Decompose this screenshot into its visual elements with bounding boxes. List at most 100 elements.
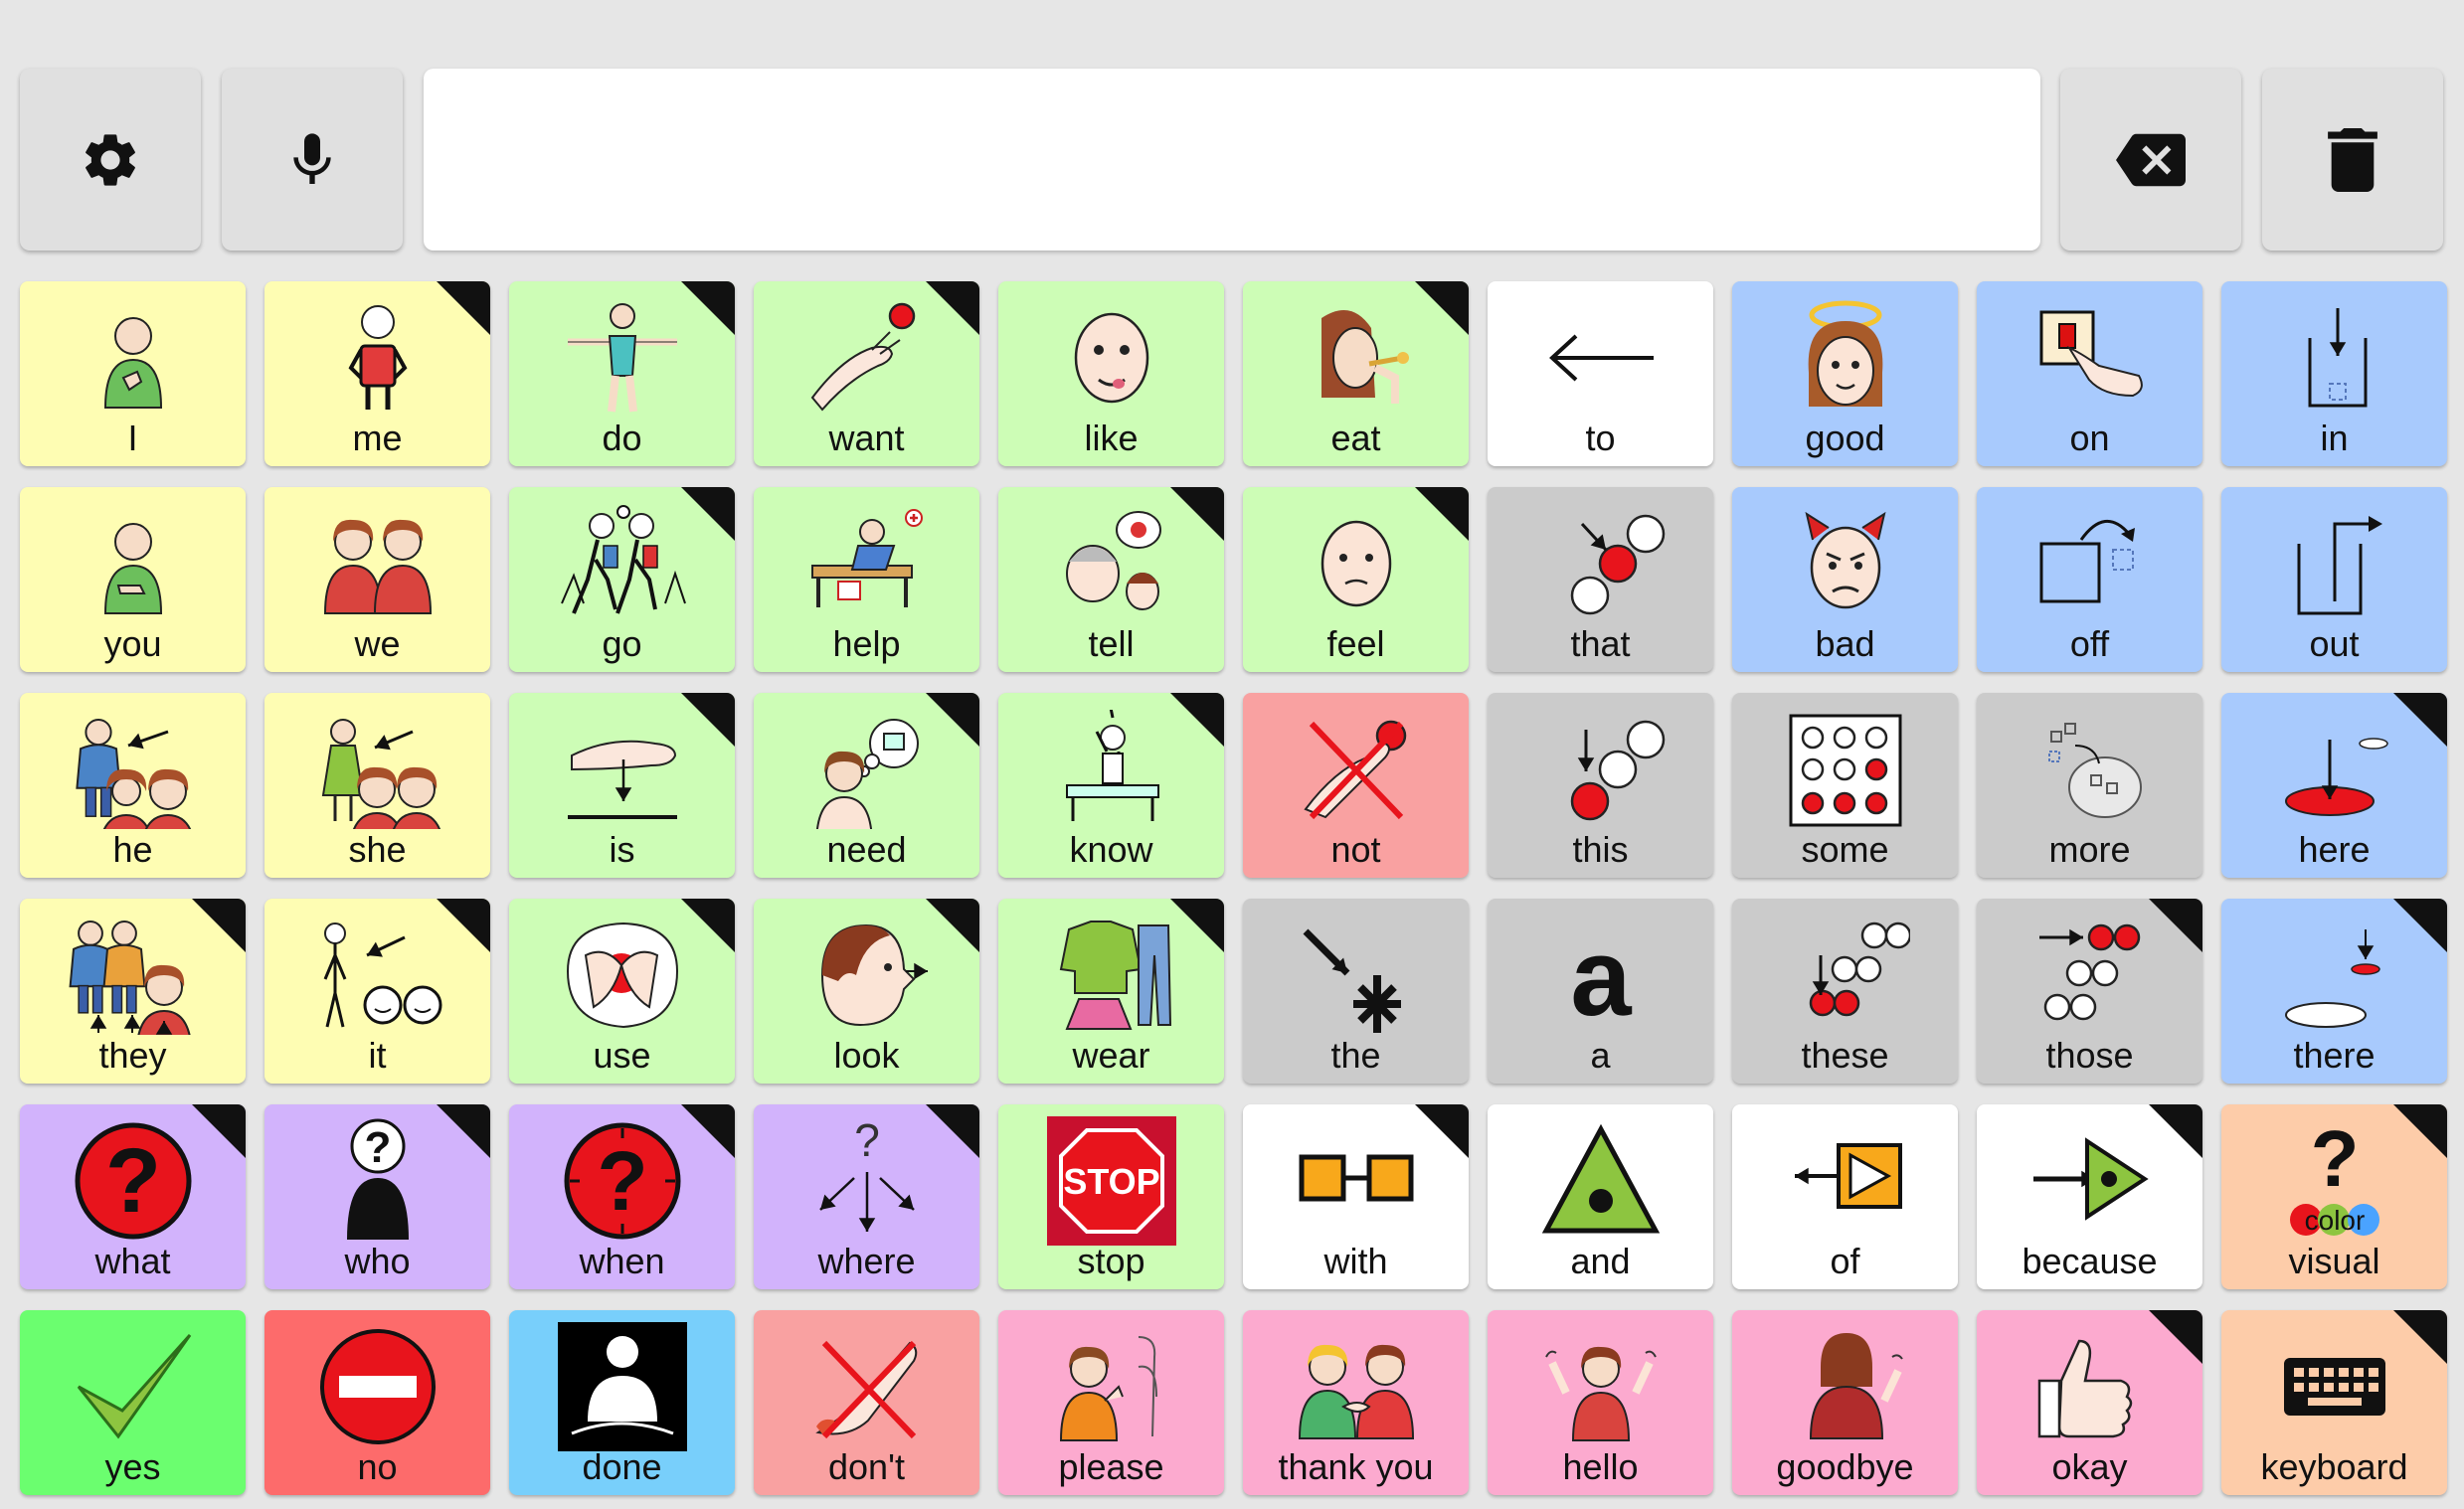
tile-keyboard[interactable]: keyboard — [2221, 1310, 2447, 1495]
folder-corner-icon — [681, 693, 735, 747]
tile-you[interactable]: you — [20, 487, 246, 672]
dots-this-icon — [1488, 705, 1713, 834]
tile-eat[interactable]: eat — [1243, 281, 1469, 466]
tile-label: what — [94, 1241, 171, 1281]
tile-help[interactable]: help — [754, 487, 979, 672]
tile-label: out — [2309, 623, 2360, 664]
gear-icon — [79, 128, 142, 192]
arrow-left-icon — [1488, 293, 1713, 422]
tile-we[interactable]: we — [264, 487, 490, 672]
folder-corner-icon — [2393, 899, 2447, 952]
tile-label: keyboard — [2260, 1446, 2408, 1487]
tile-hello[interactable]: hello — [1488, 1310, 1713, 1495]
microphone-icon — [280, 128, 344, 192]
tile-i[interactable]: I — [20, 281, 246, 466]
tile-out[interactable]: out — [2221, 487, 2447, 672]
tile-visual[interactable]: ? color visual — [2221, 1104, 2447, 1289]
tile-because[interactable]: because — [1977, 1104, 2202, 1289]
tile-need[interactable]: need — [754, 693, 979, 878]
tile-in[interactable]: in — [2221, 281, 2447, 466]
tile-label: want — [828, 418, 905, 458]
arrow-out-icon — [2221, 499, 2447, 628]
tile-thank-you[interactable]: thank you — [1243, 1310, 1469, 1495]
tile-that[interactable]: that — [1488, 487, 1713, 672]
tile-no[interactable]: no — [264, 1310, 490, 1495]
tile-when[interactable]: ? when — [509, 1104, 735, 1289]
tile-do[interactable]: do — [509, 281, 735, 466]
tile-label: to — [1585, 418, 1616, 458]
tile-it[interactable]: it — [264, 899, 490, 1084]
tile-not[interactable]: not — [1243, 693, 1469, 878]
tile-tell[interactable]: tell — [998, 487, 1224, 672]
tile-please[interactable]: please — [998, 1310, 1224, 1495]
folder-corner-icon — [2393, 1310, 2447, 1364]
devil-face-icon — [1732, 499, 1958, 628]
tile-this[interactable]: this — [1488, 693, 1713, 878]
tile-who[interactable]: ? who — [264, 1104, 490, 1289]
tile-what[interactable]: ? what — [20, 1104, 246, 1289]
tile-good[interactable]: good — [1732, 281, 1958, 466]
settings-button[interactable] — [20, 69, 201, 251]
tile-is[interactable]: is — [509, 693, 735, 878]
tile-use[interactable]: use — [509, 899, 735, 1084]
tile-and[interactable]: and — [1488, 1104, 1713, 1289]
tile-the[interactable]: the — [1243, 899, 1469, 1084]
tile-label: look — [833, 1035, 900, 1076]
tile-label: I — [127, 418, 138, 458]
tile-here[interactable]: here — [2221, 693, 2447, 878]
tile-of[interactable]: of — [1732, 1104, 1958, 1289]
tile-okay[interactable]: okay — [1977, 1310, 2202, 1495]
tile-label: where — [817, 1241, 916, 1281]
tile-they[interactable]: they — [20, 899, 246, 1084]
tile-feel[interactable]: feel — [1243, 487, 1469, 672]
tile-me[interactable]: me — [264, 281, 490, 466]
svg-text:a: a — [1570, 917, 1632, 1035]
tile-want[interactable]: want — [754, 281, 979, 466]
tile-label: and — [1570, 1241, 1631, 1281]
tile-where[interactable]: ? where — [754, 1104, 979, 1289]
tile-a[interactable]: aa — [1488, 899, 1713, 1084]
tile-those[interactable]: those — [1977, 899, 2202, 1084]
folder-corner-icon — [1415, 1104, 1469, 1158]
tile-some[interactable]: some — [1732, 693, 1958, 878]
tile-bad[interactable]: bad — [1732, 487, 1958, 672]
tile-label: thank you — [1278, 1446, 1434, 1487]
tile-goodbye[interactable]: goodbye — [1732, 1310, 1958, 1495]
tile-label: the — [1330, 1035, 1381, 1076]
tile-there[interactable]: there — [2221, 899, 2447, 1084]
tile-label: some — [1801, 829, 1889, 870]
folder-corner-icon — [2149, 899, 2202, 952]
tile-stop[interactable]: STOP stop — [998, 1104, 1224, 1289]
tile-go[interactable]: go — [509, 487, 735, 672]
person-he-icon — [20, 705, 246, 834]
more-icon — [1977, 705, 2202, 834]
tile-label: good — [1805, 418, 1885, 458]
svg-text:?: ? — [597, 1134, 647, 1228]
tile-he[interactable]: he — [20, 693, 246, 878]
person-point-icon — [20, 499, 246, 628]
tile-label: know — [1069, 829, 1153, 870]
tile-she[interactable]: she — [264, 693, 490, 878]
microphone-button[interactable] — [222, 69, 403, 251]
two-people-icon — [264, 499, 490, 628]
tile-like[interactable]: like — [998, 281, 1224, 466]
tile-to[interactable]: to — [1488, 281, 1713, 466]
tile-wear[interactable]: wear — [998, 899, 1224, 1084]
backspace-button[interactable] — [2060, 69, 2241, 251]
tile-done[interactable]: done — [509, 1310, 735, 1495]
tile-label: those — [2045, 1035, 2134, 1076]
tile-more[interactable]: more — [1977, 693, 2202, 878]
clear-button[interactable] — [2262, 69, 2443, 251]
message-bar[interactable] — [424, 69, 2040, 251]
tile-look[interactable]: look — [754, 899, 979, 1084]
box-off-icon — [1977, 499, 2202, 628]
tile-don-t[interactable]: don't — [754, 1310, 979, 1495]
tile-label: with — [1323, 1241, 1388, 1281]
tile-know[interactable]: know — [998, 693, 1224, 878]
folder-corner-icon — [437, 281, 490, 335]
tile-on[interactable]: on — [1977, 281, 2202, 466]
tile-with[interactable]: with — [1243, 1104, 1469, 1289]
tile-yes[interactable]: yes — [20, 1310, 246, 1495]
tile-off[interactable]: off — [1977, 487, 2202, 672]
tile-these[interactable]: these — [1732, 899, 1958, 1084]
